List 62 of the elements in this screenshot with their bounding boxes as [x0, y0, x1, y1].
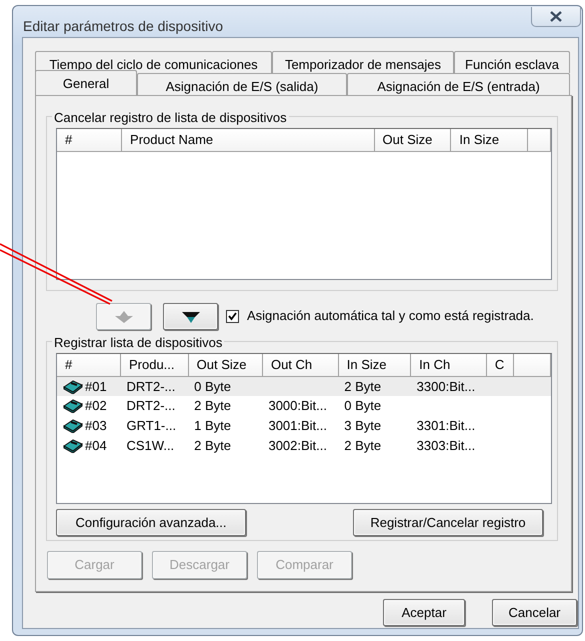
checkbox-label[interactable]: Asignación automática tal y como está registrada.: [247, 306, 534, 326]
triangle-down-icon: [180, 310, 202, 324]
device-icon: [63, 378, 83, 394]
tab[interactable]: Temporizador de mensajes: [272, 51, 454, 73]
move-down-button[interactable]: [163, 302, 218, 330]
table-cell: DRT2-...: [126, 398, 176, 414]
table-cell: 2 Byte: [194, 398, 232, 414]
device-icon: [63, 418, 83, 434]
table-row[interactable]: #03 GRT1-... 1 Byte 3001:Bit... 3 Byte 3301:Bit...: [57, 416, 550, 436]
triangle-up-icon: [112, 310, 134, 324]
table-cell: 3303:Bit...: [416, 438, 476, 454]
close-icon: [549, 11, 563, 22]
column-header[interactable]: In Ch: [410, 354, 486, 376]
column-header[interactable]: Product Name: [122, 129, 374, 151]
tab[interactable]: Tiempo del ciclo de comunicaciones: [35, 51, 272, 73]
table-cell: 1 Byte: [194, 418, 232, 434]
table-cell: 0 Byte: [194, 378, 232, 394]
button[interactable]: Aceptar: [383, 599, 465, 626]
column-header: [513, 354, 550, 376]
column-header[interactable]: Out Ch: [262, 354, 338, 376]
table-cell: 3001:Bit...: [268, 418, 328, 434]
column-header[interactable]: Out Size: [374, 129, 451, 151]
checkbox[interactable]: [226, 310, 239, 322]
column-header[interactable]: C: [486, 354, 514, 376]
table-cell: 2 Byte: [194, 438, 232, 454]
table-cell: #03: [85, 418, 107, 434]
close-button[interactable]: [531, 7, 581, 27]
table-cell: 2 Byte: [344, 438, 382, 454]
column-header[interactable]: Out Size: [188, 354, 262, 376]
tab[interactable]: General: [35, 70, 137, 95]
table-cell: #04: [85, 438, 107, 454]
table-cell: 3300:Bit...: [416, 378, 476, 394]
device-icon: [63, 398, 83, 414]
table-cell: #01: [85, 378, 107, 394]
column-header[interactable]: #: [57, 354, 120, 376]
tab[interactable]: Asignación de E/S (salida): [137, 73, 347, 95]
checkmark-icon: [228, 312, 237, 320]
button[interactable]: Cancelar: [492, 599, 577, 626]
tab[interactable]: Asignación de E/S (entrada): [347, 73, 570, 95]
table-cell: 3000:Bit...: [268, 398, 328, 414]
tab[interactable]: Función esclava: [454, 51, 570, 73]
window-title: Editar parámetros de dispositivo: [23, 17, 223, 36]
table-cell: 3301:Bit...: [416, 418, 476, 434]
table-cell: DRT2-...: [126, 378, 176, 394]
column-header[interactable]: Produ...: [120, 354, 188, 376]
table-row[interactable]: #02 DRT2-... 2 Byte 3000:Bit... 0 Byte: [57, 396, 550, 416]
table-cell: 3 Byte: [344, 418, 382, 434]
table-row[interactable]: #04 CS1W... 2 Byte 3002:Bit... 2 Byte 3303:Bit...: [57, 436, 550, 456]
table-cell: GRT1-...: [126, 418, 176, 434]
column-header[interactable]: In Size: [338, 354, 411, 376]
table-cell: 3002:Bit...: [268, 438, 328, 454]
table-cell: 2 Byte: [344, 378, 382, 394]
table-cell: CS1W...: [126, 438, 174, 454]
column-header: [528, 129, 550, 151]
column-header[interactable]: In Size: [450, 129, 528, 151]
column-header[interactable]: #: [57, 129, 122, 151]
device-icon: [63, 438, 83, 454]
table-row[interactable]: #01 DRT2-... 0 Byte 2 Byte 3300:Bit...: [57, 376, 550, 396]
button[interactable]: Configuración avanzada...: [56, 509, 246, 536]
table-cell: 0 Byte: [344, 398, 382, 414]
button[interactable]: Registrar/Cancelar registro: [353, 509, 543, 536]
table-cell: #02: [85, 398, 107, 414]
